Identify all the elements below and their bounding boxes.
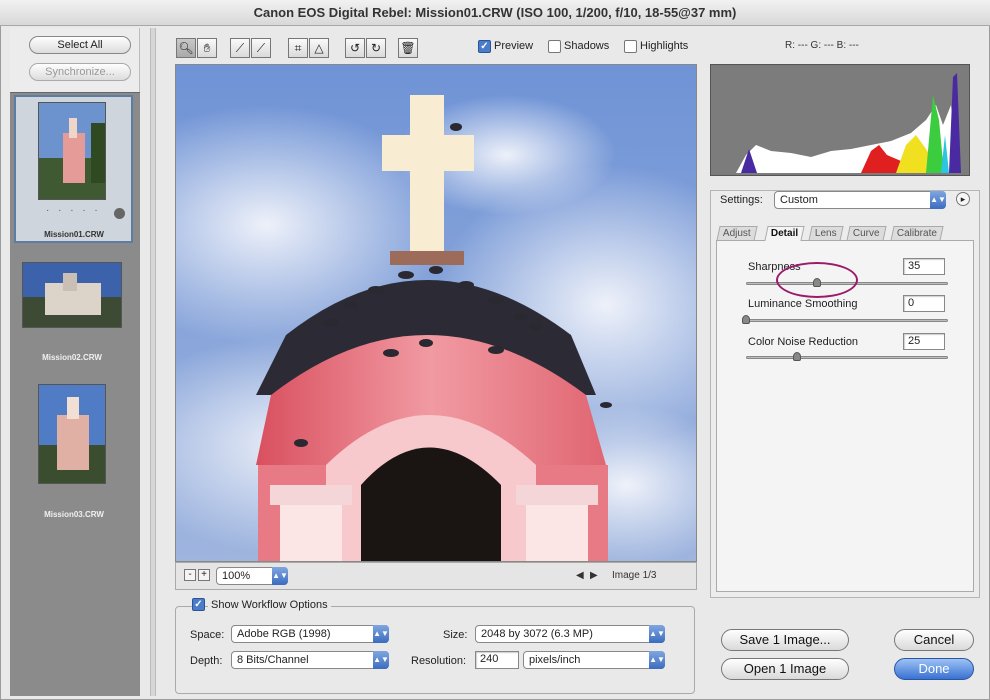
zoom-out-button[interactable]: -: [184, 569, 196, 581]
resolution-unit-value: pixels/inch: [529, 654, 581, 666]
settings-select[interactable]: Custom ▲▼: [774, 191, 946, 209]
resolution-unit-select[interactable]: pixels/inch ▲▼: [523, 651, 665, 669]
luminance-smoothing-label: Luminance Smoothing: [748, 298, 858, 310]
tab-adjust[interactable]: Adjust: [716, 226, 758, 241]
zoom-in-button[interactable]: +: [198, 569, 210, 581]
select-all-button[interactable]: Select All: [29, 36, 131, 54]
chevron-down-icon: ▲▼: [373, 651, 389, 669]
size-value: 2048 by 3072 (6.3 MP): [481, 628, 593, 640]
done-button[interactable]: Done: [894, 658, 974, 680]
show-workflow-label: Show Workflow Options: [208, 599, 331, 611]
window-title: Canon EOS Digital Rebel: Mission01.CRW (…: [0, 0, 990, 26]
space-label: Space:: [190, 629, 225, 641]
chevron-down-icon: ▲▼: [373, 625, 389, 643]
synchronize-button[interactable]: Synchronize...: [29, 63, 131, 81]
chevron-down-icon: ▲▼: [649, 625, 665, 643]
hand-tool-icon[interactable]: ✋︎: [197, 38, 217, 58]
size-select[interactable]: 2048 by 3072 (6.3 MP) ▲▼: [475, 625, 665, 643]
show-workflow-checkbox[interactable]: ✓: [192, 598, 205, 611]
depth-select[interactable]: 8 Bits/Channel ▲▼: [231, 651, 389, 669]
size-label: Size:: [443, 629, 468, 641]
trash-icon[interactable]: 🗑︎: [398, 38, 418, 58]
previous-image-button[interactable]: ◀: [576, 570, 584, 581]
workflow-options-box: [175, 606, 695, 694]
rgb-readout: R: --- G: --- B: ---: [785, 40, 859, 51]
thumbnail-image-3: [39, 385, 105, 483]
zoom-tool-icon[interactable]: 🔍︎: [176, 38, 196, 58]
color-noise-reduction-slider[interactable]: [746, 356, 948, 359]
depth-value: 8 Bits/Channel: [237, 654, 309, 666]
crop-tool-icon[interactable]: ⌗: [288, 38, 308, 58]
preview-label: Preview: [494, 40, 534, 52]
thumbnail-mission02[interactable]: [22, 262, 122, 328]
zoom-select[interactable]: 100% ▲▼: [216, 567, 288, 585]
thumbnail-label: Mission01.CRW: [44, 230, 104, 239]
color-noise-reduction-input[interactable]: 25: [903, 333, 945, 350]
color-noise-reduction-slider-thumb[interactable]: [793, 352, 801, 361]
settings-label: Settings:: [720, 194, 763, 206]
shadows-checkbox[interactable]: [548, 40, 561, 53]
resolution-input[interactable]: 240: [475, 651, 519, 669]
tab-lens[interactable]: Lens: [808, 226, 844, 241]
settings-menu-icon[interactable]: ▸: [956, 192, 970, 206]
thumbnail-image-2: [23, 263, 121, 327]
highlight-circle: [776, 262, 858, 298]
pane-divider[interactable]: [150, 28, 156, 696]
thumbnail-rating[interactable]: · · · · ·: [46, 205, 101, 216]
histogram: [710, 64, 970, 176]
next-image-button[interactable]: ▶: [590, 570, 598, 581]
cancel-button[interactable]: Cancel: [894, 629, 974, 651]
tab-detail[interactable]: Detail: [764, 226, 805, 241]
thumbnail-mission01[interactable]: [38, 102, 106, 200]
white-balance-tool-icon[interactable]: ⟋: [230, 38, 250, 58]
thumbnail-mission03[interactable]: [38, 384, 106, 484]
chevron-down-icon: ▲▼: [272, 567, 288, 585]
settings-value: Custom: [780, 194, 818, 206]
rotate-left-icon[interactable]: ↺: [345, 38, 365, 58]
highlights-checkbox[interactable]: [624, 40, 637, 53]
color-noise-reduction-label: Color Noise Reduction: [748, 336, 859, 348]
open-image-button[interactable]: Open 1 Image: [721, 658, 849, 680]
tab-calibrate[interactable]: Calibrate: [890, 226, 944, 241]
depth-label: Depth:: [190, 655, 223, 667]
space-select[interactable]: Adobe RGB (1998) ▲▼: [231, 625, 389, 643]
thumbnail-label: Mission03.CRW: [44, 510, 104, 519]
chevron-down-icon: ▲▼: [930, 191, 946, 209]
shadows-label: Shadows: [564, 40, 610, 52]
preview-photo: [176, 65, 696, 561]
preview-checkbox[interactable]: ✓: [478, 40, 491, 53]
thumbnail-image-1: [39, 103, 105, 199]
tab-curve[interactable]: Curve: [846, 226, 887, 241]
resolution-label: Resolution:: [411, 655, 467, 667]
thumbnail-badge-icon: [114, 208, 125, 219]
thumbnail-label: Mission02.CRW: [42, 353, 102, 362]
straighten-tool-icon[interactable]: △: [309, 38, 329, 58]
chevron-down-icon: ▲▼: [649, 651, 665, 669]
luminance-smoothing-input[interactable]: 0: [903, 295, 945, 312]
luminance-smoothing-slider[interactable]: [746, 319, 948, 322]
space-value: Adobe RGB (1998): [237, 628, 331, 640]
image-counter: Image 1/3: [612, 570, 657, 581]
color-sampler-tool-icon[interactable]: ⟋: [251, 38, 271, 58]
highlights-label: Highlights: [640, 40, 689, 52]
sharpness-input[interactable]: 35: [903, 258, 945, 275]
image-preview[interactable]: [175, 64, 697, 562]
histogram-graph: [736, 73, 961, 173]
luminance-smoothing-slider-thumb[interactable]: [742, 315, 750, 324]
zoom-value: 100%: [222, 570, 251, 582]
save-image-button[interactable]: Save 1 Image...: [721, 629, 849, 651]
rotate-right-icon[interactable]: ↻: [366, 38, 386, 58]
